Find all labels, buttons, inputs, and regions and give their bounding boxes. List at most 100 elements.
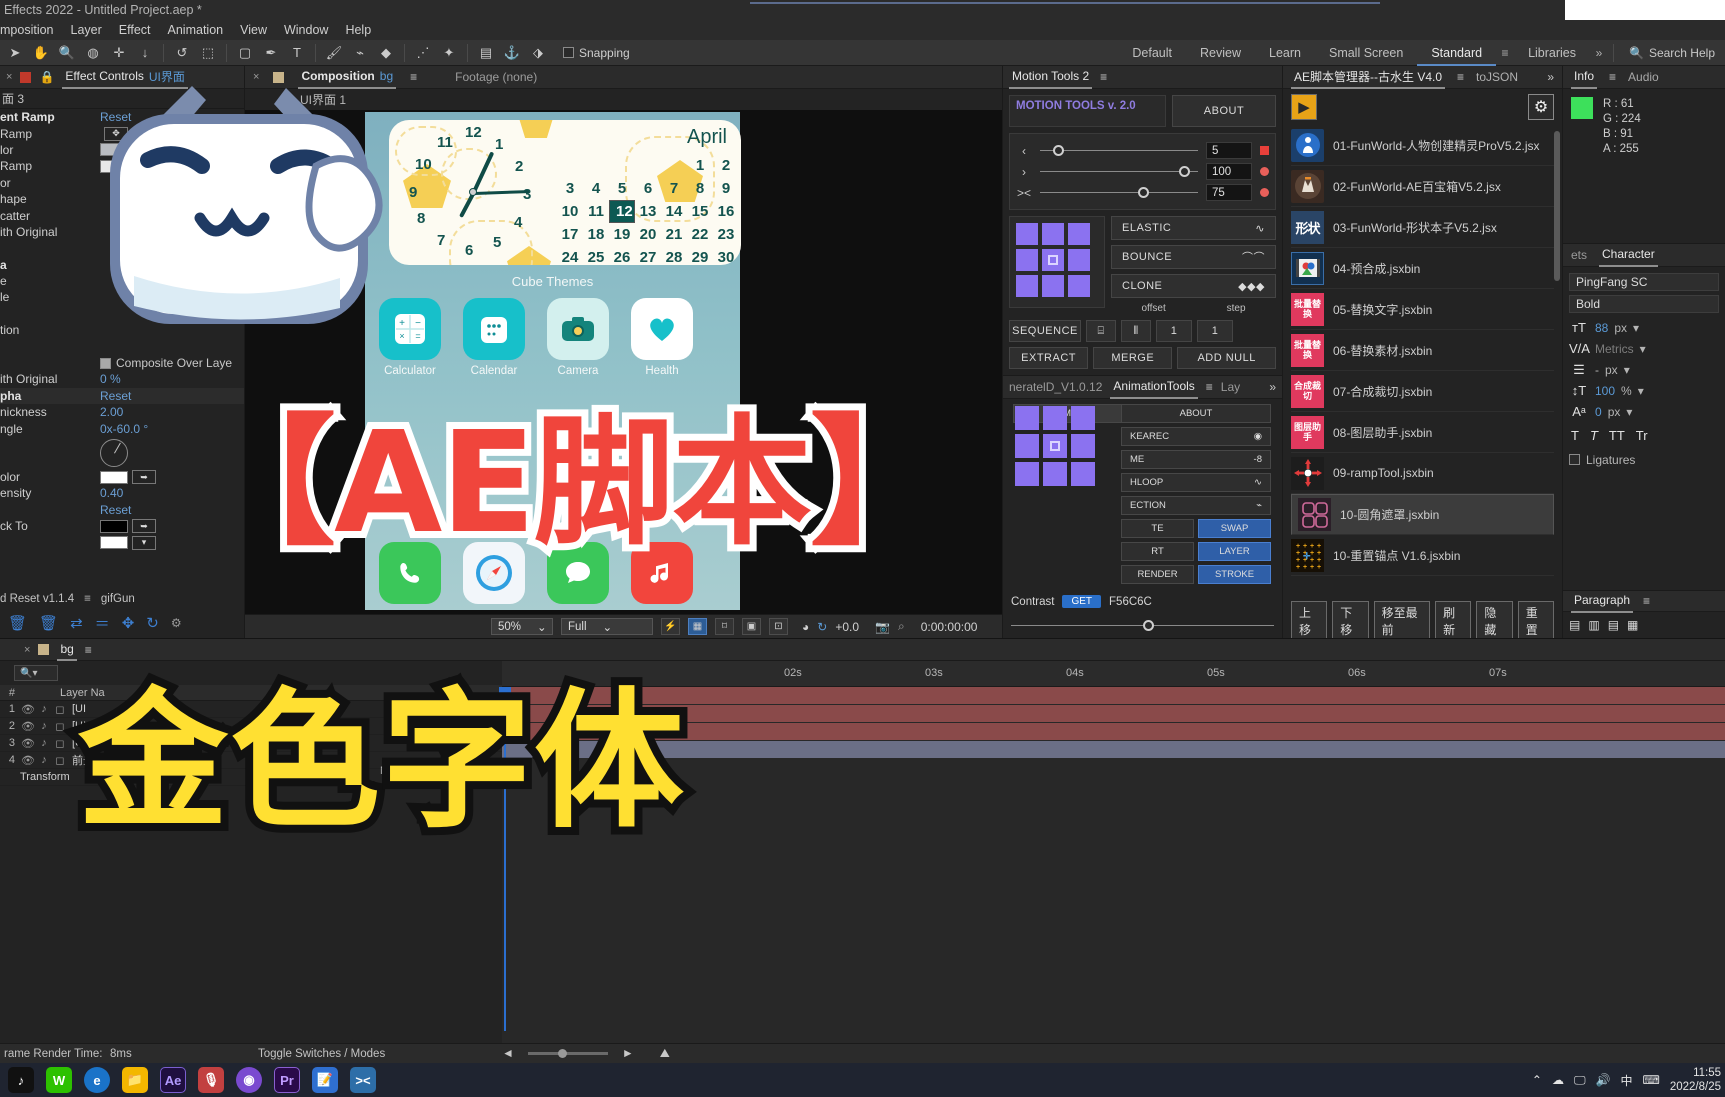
anchor-cell[interactable]	[1042, 223, 1064, 245]
anchor-cell[interactable]	[1043, 462, 1067, 486]
anchor-cell[interactable]	[1015, 462, 1039, 486]
offset-value[interactable]: 1	[1156, 320, 1192, 342]
close-icon[interactable]: ×	[6, 71, 12, 83]
comp-snapshot-icon[interactable]: ⊡	[769, 618, 788, 635]
calendar-cell[interactable]: 10	[557, 200, 583, 223]
taskbar-icon-premiere[interactable]: Pr	[274, 1067, 300, 1093]
calendar-cell[interactable]: 1	[687, 154, 713, 177]
timeline-zoom-slider[interactable]	[527, 1048, 608, 1058]
composite-over-layer-row[interactable]: Composite Over Laye	[0, 355, 244, 371]
eye-icon[interactable]: 👁	[20, 754, 36, 767]
contrast-slider[interactable]	[1011, 620, 1274, 631]
taskbar-clock[interactable]: 11:55 2022/8/25	[1670, 1066, 1721, 1094]
fx-value[interactable]: 2.00	[100, 405, 123, 419]
calendar-cell[interactable]: 7	[661, 177, 687, 200]
eye-icon[interactable]: 👁	[20, 737, 36, 750]
anchor-cell[interactable]	[1068, 275, 1090, 297]
footage-tab[interactable]: Footage (none)	[455, 70, 537, 84]
slider-track[interactable]	[1040, 166, 1198, 177]
hand-tool-icon[interactable]: ✋	[28, 42, 54, 64]
anchor-cell[interactable]	[1068, 223, 1090, 245]
menu-item-layer[interactable]: Layer	[71, 23, 102, 37]
composite-checkbox[interactable]	[100, 357, 111, 369]
app-icon-calculator[interactable]: + − × = Calculator	[379, 298, 441, 377]
list-item[interactable]: 02-FunWorld-AE百宝箱V5.2.jsx	[1291, 166, 1554, 207]
current-time[interactable]: 0:00:00:00	[921, 620, 978, 634]
text-tool-icon[interactable]: T	[284, 42, 310, 64]
roto-brush-tool-icon[interactable]: ⋰	[410, 42, 436, 64]
anchor-cell-center[interactable]	[1042, 249, 1064, 271]
ligatures-row[interactable]: Ligatures	[1569, 449, 1719, 470]
solo-icon[interactable]: ◻	[52, 720, 68, 733]
calendar-cell[interactable]: 15	[687, 200, 713, 223]
rt-button[interactable]: RT	[1121, 542, 1194, 561]
tab-character[interactable]: Character	[1599, 244, 1658, 267]
slider-row-out[interactable]: › 100	[1016, 161, 1269, 182]
brush-tool-icon[interactable]: 🖌	[321, 42, 347, 64]
merge-button[interactable]: MERGE	[1093, 347, 1173, 369]
volume-icon[interactable]: 🔊	[1596, 1073, 1611, 1087]
rotation-tool-icon[interactable]: ↺	[169, 42, 195, 64]
move-to-top-button[interactable]: 移至最前	[1373, 601, 1431, 641]
calendar-cell[interactable]	[661, 154, 687, 177]
eye-icon[interactable]: 👁	[20, 703, 36, 716]
align-tool-icon[interactable]: ▤	[473, 42, 499, 64]
menu-item-animation[interactable]: Animation	[168, 23, 224, 37]
taskbar-icon-explorer[interactable]: 📁	[122, 1067, 148, 1093]
anchor-cell[interactable]	[1016, 249, 1038, 271]
anchor-cell[interactable]	[1043, 406, 1067, 430]
sequence-button[interactable]: SEQUENCE	[1009, 320, 1081, 342]
anchor-cell[interactable]	[1016, 223, 1038, 245]
hide-button[interactable]: 隐藏	[1476, 601, 1513, 641]
exposure-reset-icon[interactable]: ↻	[817, 620, 827, 634]
calendar-cell[interactable]	[583, 154, 609, 177]
workspace-libraries[interactable]: Libraries	[1514, 40, 1590, 66]
color-swatch[interactable]	[100, 470, 128, 484]
keyboard-icon[interactable]: ⌨	[1643, 1073, 1660, 1087]
tab-presets[interactable]: ets	[1571, 248, 1587, 262]
add-null-button[interactable]: ADD NULL	[1177, 347, 1277, 369]
list-item[interactable]: 图层助手 08-图层助手.jsxbin	[1291, 412, 1554, 453]
calendar-cell[interactable]: 29	[687, 246, 713, 265]
solo-icon[interactable]: ◻	[52, 737, 68, 750]
chevron-down-icon[interactable]: ▾	[1626, 405, 1632, 419]
filter-icon[interactable]: ⇄	[70, 614, 83, 632]
guide-layers-icon[interactable]: ▣	[742, 618, 761, 635]
tab-layer[interactable]: Lay	[1221, 380, 1240, 394]
chevron-down-icon[interactable]: ▾	[1638, 384, 1644, 398]
clone-stamp-tool-icon[interactable]: ⌁	[347, 42, 373, 64]
equals-icon[interactable]: ＝	[95, 613, 110, 634]
me-button[interactable]: ME -8	[1121, 450, 1271, 469]
workspace-standard[interactable]: Standard	[1417, 40, 1497, 66]
panel-menu-icon[interactable]: ≡	[1100, 70, 1107, 84]
taskbar-icon-vscode[interactable]: ><	[350, 1067, 376, 1093]
kerning-value[interactable]: Metrics	[1595, 342, 1634, 356]
search-input[interactable]: 🔍▾	[14, 665, 58, 681]
smallcaps-style-button[interactable]: Tr	[1636, 428, 1648, 443]
exposure-value[interactable]: +0.0	[835, 620, 859, 634]
scrollbar-thumb[interactable]	[1554, 131, 1560, 281]
leading-row[interactable]: ☰ - px ▾	[1569, 359, 1719, 380]
ection-button[interactable]: ECTION ⌁	[1121, 496, 1271, 515]
workspace-overflow-icon[interactable]: »	[1590, 46, 1608, 60]
calendar-cell[interactable]: 30	[713, 246, 739, 265]
chevron-double-right-icon[interactable]: »	[1547, 70, 1554, 84]
anchor-cell[interactable]	[1015, 434, 1039, 458]
get-button[interactable]: GET	[1062, 595, 1102, 608]
font-size-row[interactable]: ᴛT 88 px ▾	[1569, 317, 1719, 338]
anchor-cell[interactable]	[1016, 275, 1038, 297]
calendar-cell[interactable]: 28	[661, 246, 687, 265]
tab-generate-id[interactable]: neratelD_V1.0.12	[1009, 380, 1102, 394]
audio-icon[interactable]: ♪	[36, 754, 52, 766]
anchor-cell[interactable]	[1068, 249, 1090, 271]
move-icon[interactable]: ✥	[122, 614, 135, 632]
eyedropper-icon[interactable]: ➥	[132, 470, 156, 484]
ligatures-checkbox[interactable]	[1569, 454, 1580, 465]
zoom-select[interactable]: 50% ⌄	[491, 618, 553, 635]
panel-menu-icon[interactable]: ≡	[1643, 594, 1650, 608]
move-down-button[interactable]: 下移	[1332, 601, 1369, 641]
menu-item-help[interactable]: Help	[345, 23, 371, 37]
tab-tojson[interactable]: toJSON	[1476, 70, 1518, 84]
allcaps-style-button[interactable]: TT	[1609, 428, 1625, 443]
leading-value[interactable]: -	[1595, 363, 1599, 377]
